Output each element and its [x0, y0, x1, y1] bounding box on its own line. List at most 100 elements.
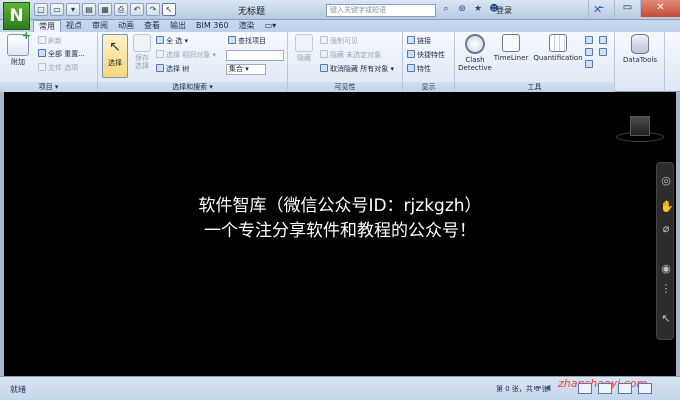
qat-save-icon[interactable]: ▤: [82, 3, 96, 16]
cursor-icon: ↖: [109, 39, 121, 55]
binoculars-icon[interactable]: ⌕: [440, 3, 452, 16]
tools-small-5-icon[interactable]: [599, 48, 609, 58]
hide-unselected-button[interactable]: 隐藏 未选定对象: [320, 50, 381, 60]
panel-display: 链接 快捷特性 特性 显示: [403, 32, 455, 92]
tab-render[interactable]: 渲染: [234, 20, 260, 32]
quantification-button[interactable]: Quantification: [533, 34, 583, 62]
properties-icon: [407, 64, 415, 72]
refresh-icon: [38, 36, 46, 44]
quick-properties-button[interactable]: 快捷特性: [407, 50, 445, 60]
clash-detective-button[interactable]: Clash Detective: [457, 34, 493, 72]
refresh-button[interactable]: 刷新: [38, 36, 62, 46]
status-text: 就绪: [10, 385, 26, 394]
select-same-button[interactable]: 选择 相同对象 ▾: [156, 50, 216, 60]
viewcube[interactable]: [630, 116, 650, 136]
append-icon: +: [7, 30, 31, 56]
panel-project-label[interactable]: 项目 ▾: [0, 82, 97, 92]
tools-small-3-icon[interactable]: [585, 60, 595, 70]
quantification-icon: [549, 34, 567, 52]
pan-hand-icon[interactable]: ✋: [660, 201, 674, 213]
file-options-icon: [38, 63, 46, 71]
scene-viewport[interactable]: 软件智库（微信公众号ID：rjzkgzh） 一个专注分享软件和教程的公众号！ ◎…: [0, 92, 680, 376]
search-input[interactable]: 键入关键字或短语: [326, 4, 436, 17]
qat-redo-icon[interactable]: ↷: [146, 3, 160, 16]
window-icon[interactable]: [638, 383, 652, 394]
properties-button[interactable]: 特性: [407, 64, 431, 74]
quick-access-toolbar: □ ▭ ▾ ▤ ▦ ⎙ ↶ ↷ ↖: [34, 3, 176, 16]
qat-open-dropdown-icon[interactable]: ▾: [66, 3, 80, 16]
select-button[interactable]: ↖ 选择: [102, 34, 128, 78]
hide-icon: [295, 34, 313, 52]
select-same-icon: [156, 50, 164, 58]
prev-sheet-icon[interactable]: ◀: [544, 383, 550, 393]
append-button[interactable]: + 附加: [6, 30, 31, 66]
memory-icon[interactable]: [618, 383, 632, 394]
database-icon: [631, 34, 649, 54]
ribbon: + 附加 刷新 全部 重置... 文件 选项 项目 ▾ ↖ 选择 保存选择 全 …: [0, 30, 680, 92]
zoom-icon[interactable]: ⌀: [660, 223, 672, 235]
file-options-button[interactable]: 文件 选项: [38, 63, 78, 73]
orbit-icon[interactable]: ◉: [660, 263, 672, 275]
status-bar: 就绪 第 0 张，共 0 张 ⏮ ◀ zhanshaoyi.com: [0, 376, 680, 400]
select-all-icon: [156, 36, 164, 44]
tools-small-2-icon[interactable]: [585, 48, 595, 58]
subscription-icon[interactable]: ⊛: [456, 3, 468, 16]
tools-small-4-icon[interactable]: [599, 36, 609, 46]
app-menu-button[interactable]: N: [3, 2, 30, 30]
steering-wheel-icon[interactable]: ◎: [660, 175, 672, 187]
sets-dropdown[interactable]: 集合 ▾: [226, 64, 266, 75]
unhide-all-button[interactable]: 取消隐藏 所有对象 ▾: [320, 64, 394, 74]
star-icon[interactable]: ★: [472, 3, 484, 16]
navigation-bar: ◎ ✋ ⌀ ◉ ⋮ ↖: [656, 162, 674, 340]
performance-icon[interactable]: [598, 383, 612, 394]
reset-all-button[interactable]: 全部 重置...: [38, 49, 85, 59]
qat-new-icon[interactable]: □: [34, 3, 48, 16]
panel-select-search-label[interactable]: 选择和搜索 ▾: [98, 82, 287, 92]
qat-undo-icon[interactable]: ↶: [130, 3, 144, 16]
panel-visibility: 隐藏 强制可见 隐藏 未选定对象 取消隐藏 所有对象 ▾ 可见性: [288, 32, 403, 92]
tools-small-1-icon[interactable]: [585, 36, 595, 46]
tab-review[interactable]: 审阅: [87, 20, 113, 32]
first-sheet-icon[interactable]: ⏮: [534, 383, 541, 393]
title-bar: N □ ▭ ▾ ▤ ▦ ⎙ ↶ ↷ ↖ 无标题 键入关键字或短语 ⌕ ⊛ ★ ☻…: [0, 0, 680, 30]
tab-output[interactable]: 输出: [165, 20, 191, 32]
tab-animation[interactable]: 动画: [113, 20, 139, 32]
qat-select-icon[interactable]: ↖: [162, 3, 176, 16]
save-selection-button[interactable]: 保存选择: [132, 34, 152, 70]
qat-open-icon[interactable]: ▭: [50, 3, 64, 16]
tab-view[interactable]: 查看: [139, 20, 165, 32]
unhide-all-icon: [320, 64, 328, 72]
links-button[interactable]: 链接: [407, 36, 431, 46]
panel-datatools: DataTools: [615, 32, 665, 92]
find-items-button[interactable]: 查找项目: [228, 36, 266, 46]
select-all-button[interactable]: 全 选 ▾: [156, 36, 188, 46]
qat-refresh-icon[interactable]: ▦: [98, 3, 112, 16]
timeliner-button[interactable]: TimeLiner: [493, 34, 529, 62]
select-cursor-icon[interactable]: ↖: [660, 313, 672, 325]
ribbon-tab-row: 常用 视点 审阅 动画 查看 输出 BIM 360 渲染 ▭▾: [0, 20, 680, 32]
panel-tools: Clash Detective TimeLiner Quantification…: [455, 32, 615, 92]
window-title: 无标题: [238, 7, 266, 17]
look-icon[interactable]: ⋮: [660, 283, 672, 295]
sheet-browser-icon[interactable]: [578, 383, 592, 394]
selection-tree-button[interactable]: 选择 树: [156, 64, 189, 74]
hide-button[interactable]: 隐藏: [292, 34, 316, 62]
minimize-button[interactable]: –: [588, 0, 614, 17]
status-icons: [578, 383, 652, 394]
tab-viewpoint[interactable]: 视点: [61, 20, 87, 32]
maximize-button[interactable]: ▭: [614, 0, 640, 17]
close-button[interactable]: ✕: [640, 0, 680, 17]
tab-overflow[interactable]: ▭▾: [260, 20, 282, 32]
datatools-button[interactable]: DataTools: [619, 34, 661, 64]
tab-bim360[interactable]: BIM 360: [191, 20, 234, 32]
login-button[interactable]: 登录: [496, 5, 512, 16]
quick-find-input[interactable]: [226, 50, 284, 61]
qat-print-icon[interactable]: ⎙: [114, 3, 128, 16]
ribbon-tabs: 常用 视点 审阅 动画 查看 输出 BIM 360 渲染 ▭▾: [33, 20, 281, 32]
timeliner-icon: [502, 34, 520, 52]
sheet-navigation: ⏮ ◀: [534, 383, 550, 393]
tab-home[interactable]: 常用: [33, 20, 61, 32]
reset-icon: [38, 49, 46, 57]
require-button[interactable]: 强制可见: [320, 36, 358, 46]
panel-visibility-label: 可见性: [288, 82, 402, 92]
